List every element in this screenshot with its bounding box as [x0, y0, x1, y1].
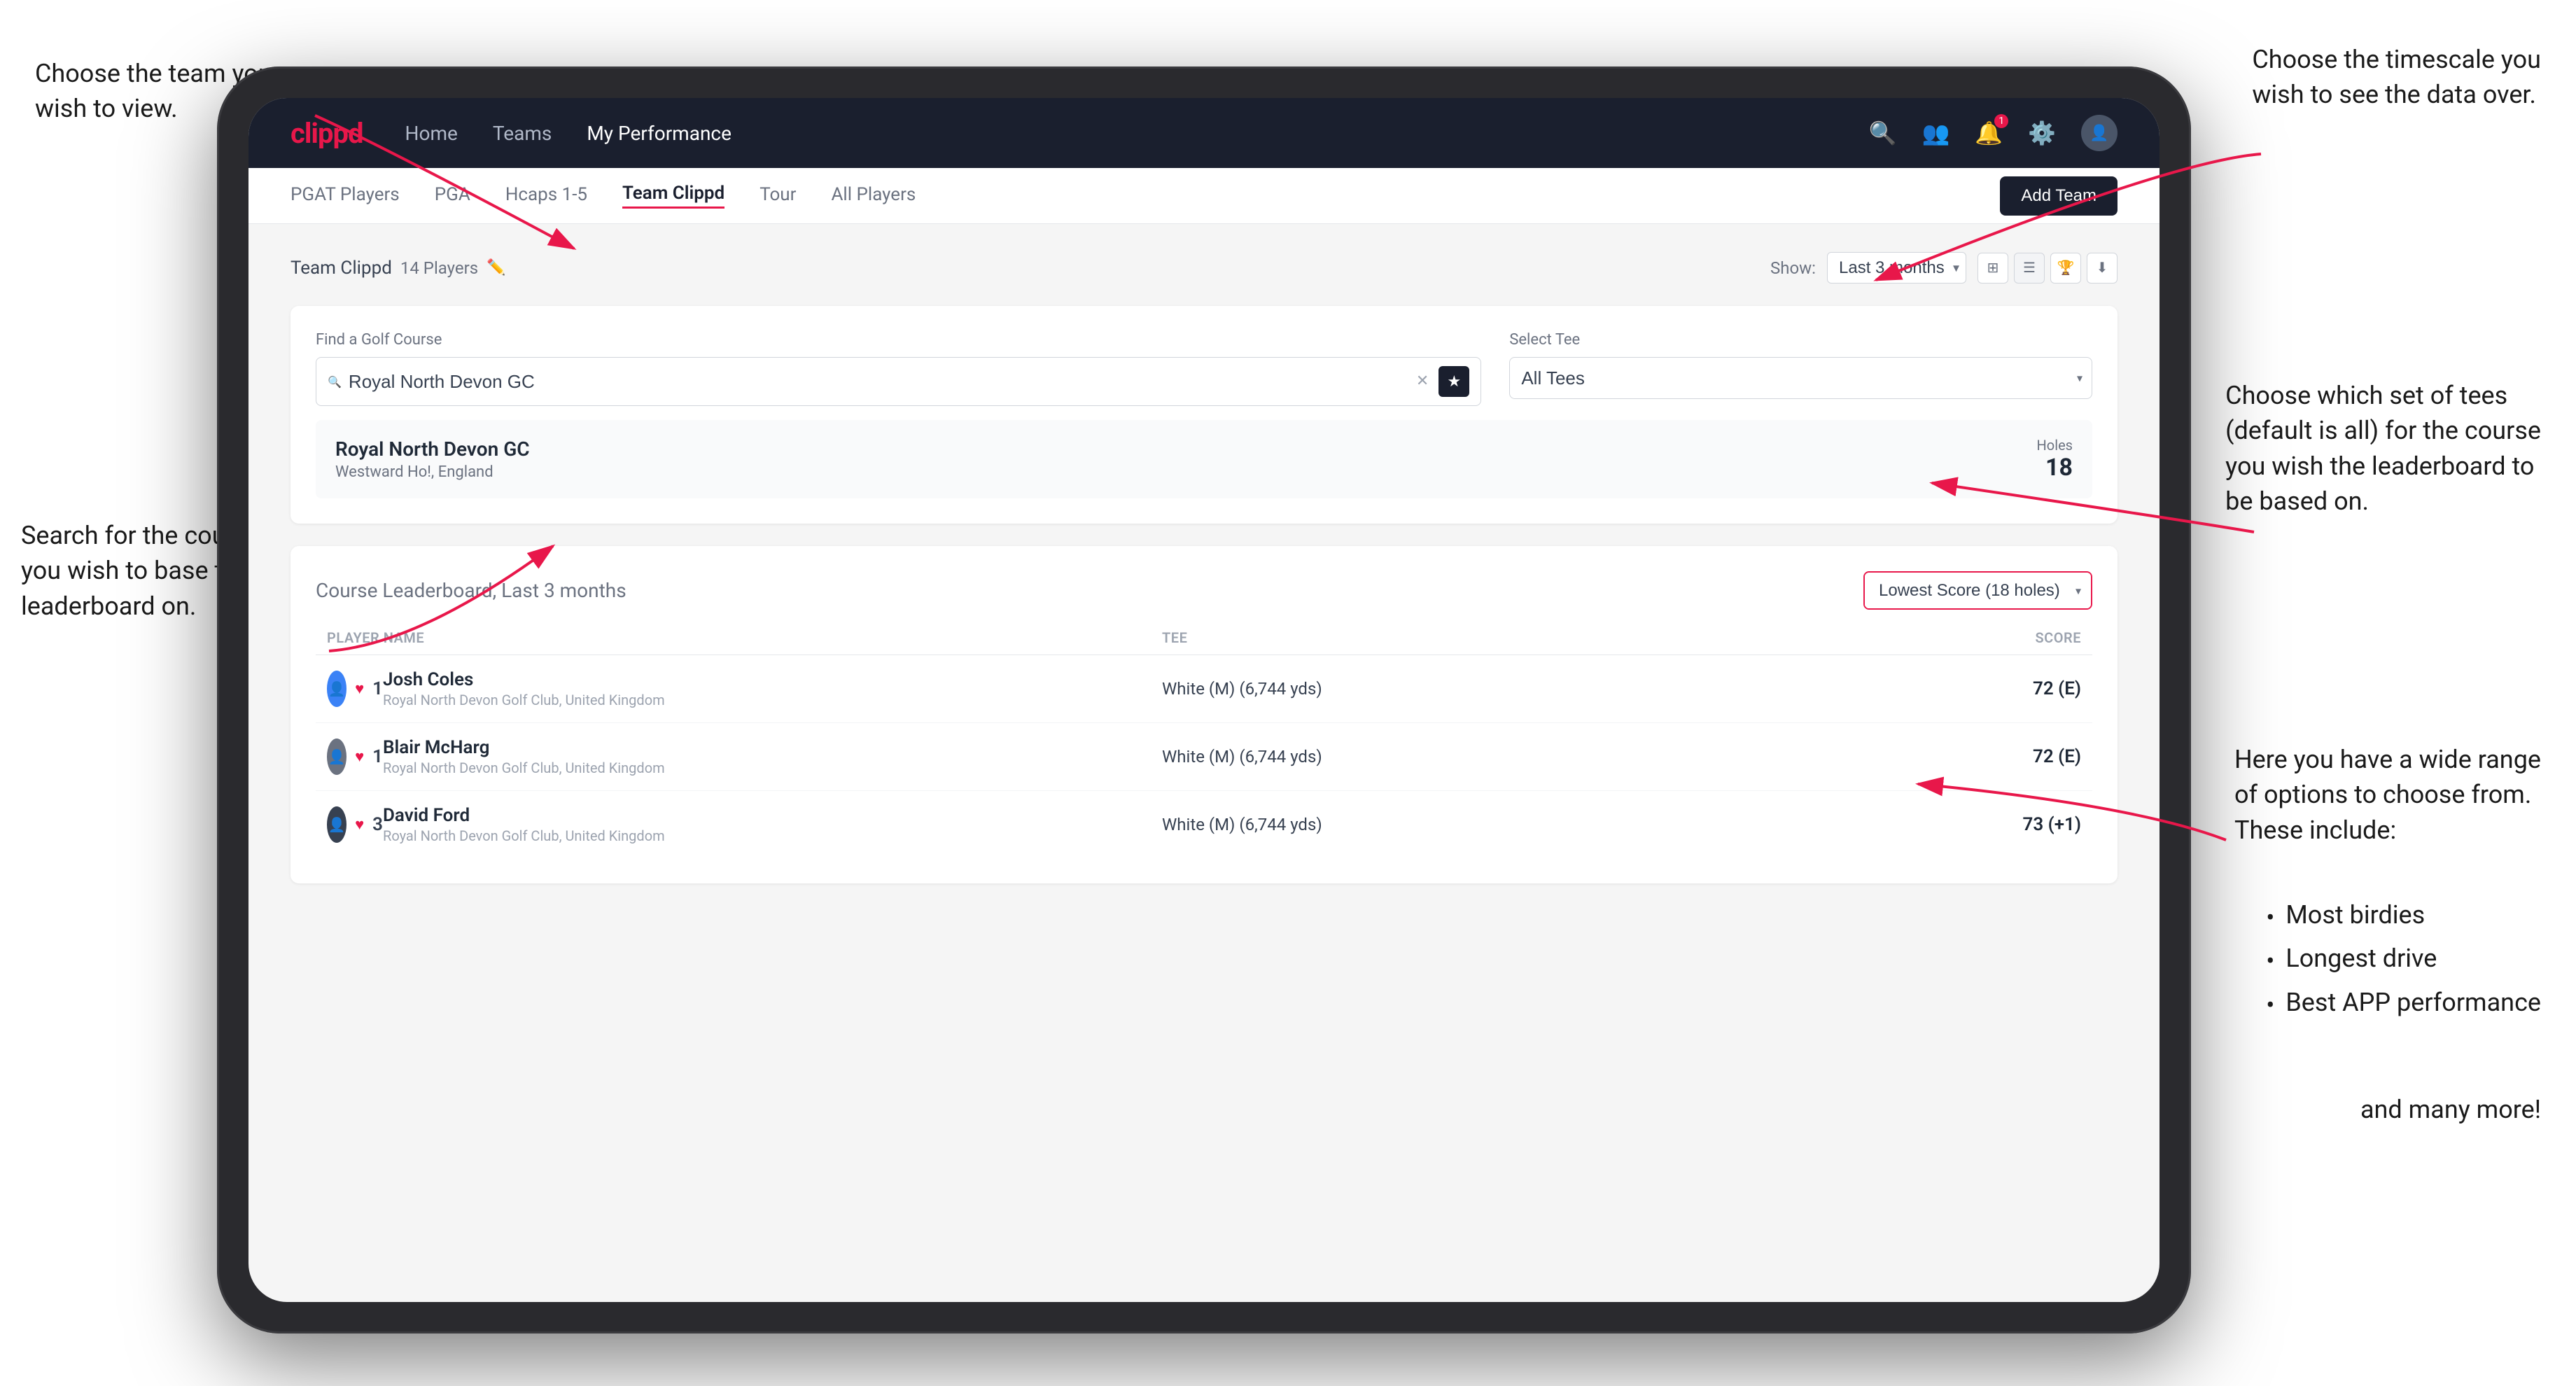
nav-links: Home Teams My Performance	[405, 122, 732, 145]
edit-team-icon[interactable]: ✏️	[486, 259, 505, 276]
course-name: Royal North Devon GC	[335, 438, 530, 461]
options-bullet-list: Most birdies Longest drive Best APP perf…	[2266, 896, 2541, 1027]
nav-logo: clippd	[290, 117, 363, 150]
team-controls: Show: Last 3 months ⊞ ☰ 🏆 ⬇	[1770, 252, 2118, 284]
trophy-view-button[interactable]: 🏆	[2050, 253, 2081, 284]
course-location: Westward Ho!, England	[335, 463, 530, 481]
clear-search-button[interactable]: ✕	[1413, 371, 1432, 392]
leaderboard-table: PLAYER NAME TEE SCORE 👤 ♥ 1	[316, 629, 2092, 858]
tee-cell-1: White (M) (6,744 yds)	[1162, 679, 1941, 699]
sub-nav-all-players[interactable]: All Players	[831, 184, 916, 208]
col-tee: TEE	[1162, 629, 1941, 646]
course-search-area: Find a Golf Course 🔍 ✕ ★ Select Tee	[316, 331, 2092, 406]
table-row: 👤 ♥ 1 Josh Coles Royal North Devon Golf …	[316, 655, 2092, 723]
bullet-item-birdies: Most birdies	[2266, 896, 2541, 939]
course-search-card: Find a Golf Course 🔍 ✕ ★ Select Tee	[290, 306, 2118, 524]
find-course-group: Find a Golf Course 🔍 ✕ ★	[316, 331, 1481, 406]
nav-link-teams[interactable]: Teams	[493, 122, 552, 145]
navbar: clippd Home Teams My Performance 🔍 👥 🔔 1…	[248, 98, 2160, 168]
tee-select-wrapper: All Tees	[1509, 357, 2092, 399]
heart-icon-3: ♥	[355, 816, 364, 834]
leaderboard-card: Course Leaderboard, Last 3 months Lowest…	[290, 546, 2118, 883]
holes-badge: Holes 18	[2037, 437, 2073, 482]
course-search-input-wrapper: 🔍 ✕ ★	[316, 357, 1481, 406]
player-rank-3: 👤 ♥ 3	[327, 806, 383, 843]
table-row: 👤 ♥ 3 David Ford Royal North Devon Golf …	[316, 791, 2092, 858]
player-details-1: Josh Coles Royal North Devon Golf Club, …	[383, 669, 1162, 708]
annotation-mid-right: Choose which set of tees(default is all)…	[2225, 378, 2541, 519]
score-cell-1: 72 (E)	[1941, 678, 2081, 699]
leaderboard-title: Course Leaderboard, Last 3 months	[316, 579, 626, 602]
tee-select-group: Select Tee All Tees	[1509, 331, 2092, 399]
table-header: PLAYER NAME TEE SCORE	[316, 629, 2092, 655]
col-player-name: PLAYER NAME	[327, 629, 1162, 646]
heart-icon-2: ♥	[355, 748, 364, 766]
time-period-select-wrapper: Last 3 months	[1827, 252, 1966, 284]
player-avatar-2: 👤	[327, 738, 346, 775]
score-type-wrapper: Lowest Score (18 holes)	[1863, 571, 2092, 610]
bullet-item-app: Best APP performance	[2266, 983, 2541, 1027]
leaderboard-header: Course Leaderboard, Last 3 months Lowest…	[316, 571, 2092, 610]
search-icon[interactable]: 🔍	[1869, 120, 1897, 146]
view-icons: ⊞ ☰ 🏆 ⬇	[1977, 253, 2118, 284]
leaderboard-period: Last 3 months	[501, 579, 626, 602]
score-cell-3: 73 (+1)	[1941, 814, 2081, 835]
holes-number: 18	[2037, 454, 2073, 482]
course-info: Royal North Devon GC Westward Ho!, Engla…	[335, 438, 530, 481]
annotation-top-right: Choose the timescale youwish to see the …	[2252, 42, 2541, 113]
search-icon-inline: 🔍	[328, 375, 342, 388]
tee-cell-3: White (M) (6,744 yds)	[1162, 815, 1941, 834]
score-cell-2: 72 (E)	[1941, 746, 2081, 767]
users-icon[interactable]: 👥	[1921, 120, 1949, 146]
favorite-button[interactable]: ★	[1438, 366, 1469, 397]
player-details-2: Blair McHarg Royal North Devon Golf Club…	[383, 737, 1162, 776]
user-avatar[interactable]: 👤	[2081, 115, 2118, 151]
nav-link-performance[interactable]: My Performance	[587, 122, 732, 145]
sub-nav-tour[interactable]: Tour	[760, 184, 796, 208]
player-rank-1: 👤 ♥ 1	[327, 671, 383, 707]
tee-label: Select Tee	[1509, 331, 2092, 349]
nav-right: 🔍 👥 🔔 1 ⚙️ 👤	[1869, 115, 2118, 151]
app-container: clippd Home Teams My Performance 🔍 👥 🔔 1…	[248, 98, 2160, 1302]
grid-view-button[interactable]: ⊞	[1977, 253, 2008, 284]
player-rank-2: 👤 ♥ 1	[327, 738, 383, 775]
course-search-input[interactable]	[349, 371, 1406, 393]
download-button[interactable]: ⬇	[2087, 253, 2118, 284]
annotation-bottom-right: Here you have a wide rangeof options to …	[2234, 742, 2541, 848]
settings-icon[interactable]: ⚙️	[2028, 120, 2056, 146]
list-view-button[interactable]: ☰	[2014, 253, 2045, 284]
course-result: Royal North Devon GC Westward Ho!, Engla…	[316, 420, 2092, 498]
sub-nav-hcaps[interactable]: Hcaps 1-5	[505, 184, 587, 208]
team-header: Team Clippd 14 Players ✏️ Show: Last 3 m…	[290, 252, 2118, 284]
nav-link-home[interactable]: Home	[405, 122, 458, 145]
annotation-and-more: and many more!	[2360, 1092, 2541, 1127]
player-details-3: David Ford Royal North Devon Golf Club, …	[383, 805, 1162, 844]
tee-cell-2: White (M) (6,744 yds)	[1162, 747, 1941, 766]
heart-icon-1: ♥	[355, 680, 364, 698]
find-course-label: Find a Golf Course	[316, 331, 1481, 349]
holes-label: Holes	[2037, 437, 2073, 454]
sub-navbar: PGAT Players PGA Hcaps 1-5 Team Clippd T…	[248, 168, 2160, 224]
tablet-frame: clippd Home Teams My Performance 🔍 👥 🔔 1…	[217, 66, 2191, 1334]
bullet-item-drive: Longest drive	[2266, 939, 2541, 983]
notification-badge: 1	[1994, 114, 2008, 128]
tee-select[interactable]: All Tees	[1509, 357, 2092, 399]
player-count: 14 Players	[400, 258, 478, 278]
time-period-select[interactable]: Last 3 months	[1827, 252, 1966, 284]
sub-nav-team-clippd[interactable]: Team Clippd	[622, 183, 724, 209]
sub-nav-pga[interactable]: PGA	[435, 184, 470, 208]
main-content: Team Clippd 14 Players ✏️ Show: Last 3 m…	[248, 224, 2160, 1302]
sub-nav-pgat[interactable]: PGAT Players	[290, 184, 400, 208]
score-type-select[interactable]: Lowest Score (18 holes)	[1865, 573, 2091, 608]
add-team-button[interactable]: Add Team	[2000, 176, 2118, 216]
col-score: SCORE	[1941, 629, 2081, 646]
notifications-icon[interactable]: 🔔 1	[1975, 120, 2003, 146]
tablet-screen: clippd Home Teams My Performance 🔍 👥 🔔 1…	[248, 98, 2160, 1302]
team-title: Team Clippd 14 Players ✏️	[290, 258, 506, 279]
player-avatar-1: 👤	[327, 671, 346, 707]
table-row: 👤 ♥ 1 Blair McHarg Royal North Devon Gol…	[316, 723, 2092, 791]
player-avatar-3: 👤	[327, 806, 346, 843]
show-label: Show:	[1770, 258, 1816, 278]
